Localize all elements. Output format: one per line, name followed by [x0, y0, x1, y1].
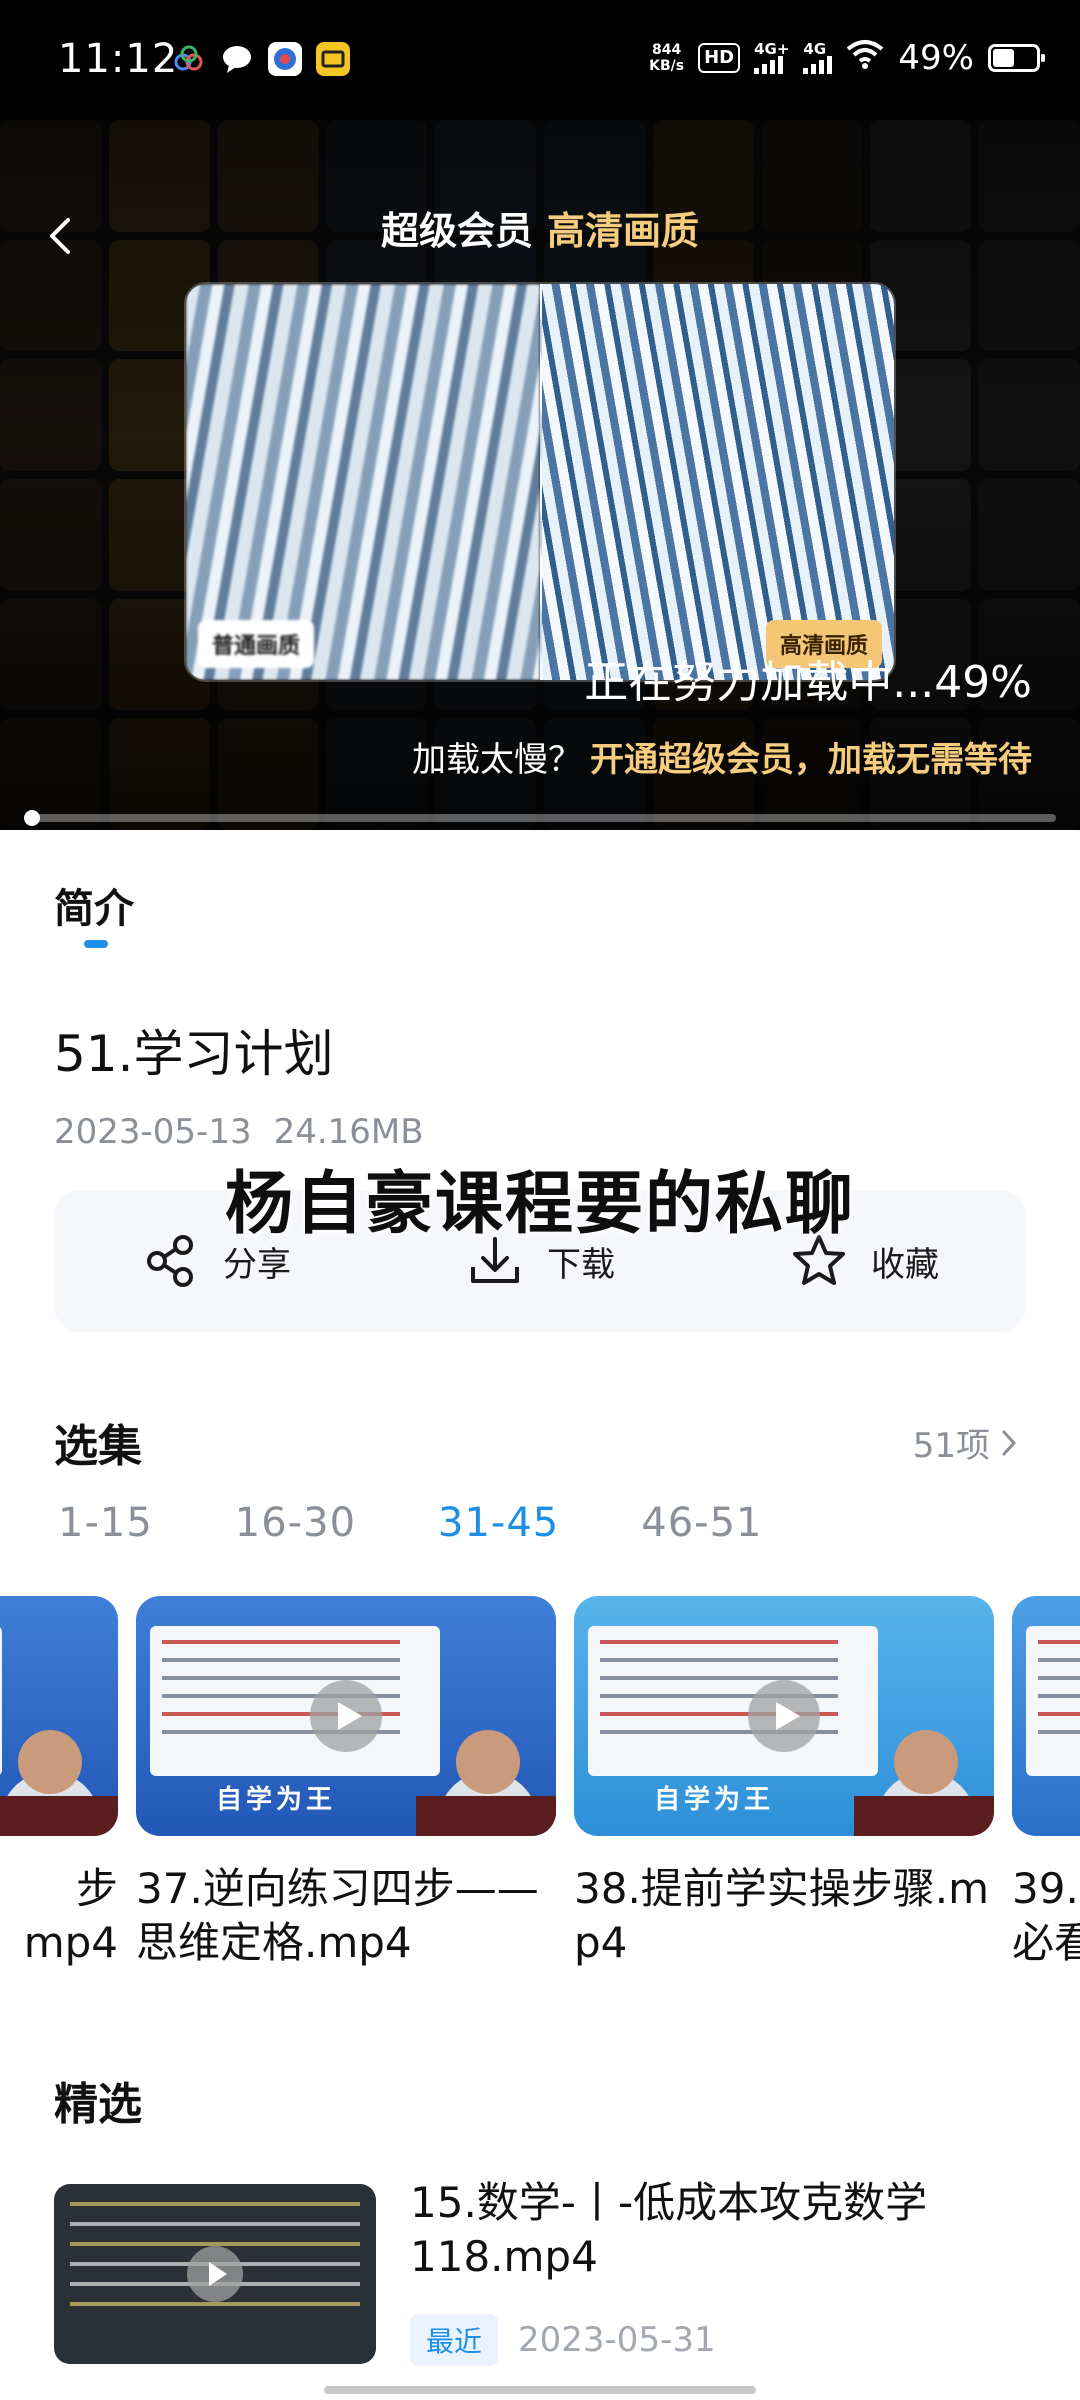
hd-voice-icon: HD [698, 43, 741, 73]
episode-range-tabs: 1-15 16-30 31-45 46-51 [58, 1500, 762, 1546]
app-badge-icon [268, 42, 302, 76]
episode-card[interactable]: 39. 必看 [1012, 1596, 1080, 1970]
battery-icon [988, 44, 1045, 72]
episode-thumbnail[interactable]: 自学为王 [574, 1596, 994, 1836]
episode-card[interactable]: 自学为王 38.提前学实操步骤.mp4 [574, 1596, 994, 1970]
recent-badge: 最近 [410, 2314, 499, 2366]
home-indicator[interactable] [324, 2386, 756, 2394]
status-bar: 11:12 844 KB/s HD 4G+ 4G 49% [0, 0, 1080, 120]
episodes-title: 选集 [54, 1421, 142, 1472]
range-tab-3[interactable]: 31-45 [438, 1500, 559, 1546]
featured-thumbnail[interactable] [54, 2184, 376, 2364]
yellow-app-icon [316, 42, 350, 76]
video-date: 2023-05-13 [54, 1112, 252, 1152]
sim1-signal-icon: 4G+ [754, 42, 789, 74]
wifi-icon [846, 38, 884, 78]
battery-percent: 49% [898, 38, 974, 78]
system-indicators: 844 KB/s HD 4G+ 4G 49% [649, 38, 1045, 78]
episode-name: 39. 必看 [1012, 1864, 1080, 1967]
notification-icons [172, 42, 350, 76]
clock: 11:12 [58, 36, 179, 82]
range-tab-4[interactable]: 46-51 [641, 1500, 762, 1546]
play-icon[interactable] [310, 1680, 382, 1752]
featured-title: 精选 [54, 2079, 142, 2130]
quality-comparison-image: 普通画质 高清画质 [184, 282, 896, 682]
episode-card[interactable]: 步 mp4 [0, 1596, 118, 1970]
range-tab-1[interactable]: 1-15 [58, 1500, 153, 1546]
range-tab-2[interactable]: 16-30 [235, 1500, 356, 1546]
cloud-app-icon [172, 42, 206, 76]
episode-card[interactable]: 自学为王 37.逆向练习四步——思维定格.mp4 [136, 1596, 556, 1970]
episode-name: 38.提前学实操步骤.mp4 [574, 1864, 990, 1967]
message-bubble-icon [220, 42, 254, 76]
episode-name: 步 mp4 [23, 1864, 118, 1967]
watermark-overlay: 杨自豪课程要的私聊 [224, 1165, 855, 1244]
vip-promo-title: 超级会员 高清画质 [380, 209, 700, 253]
vip-upsell-link[interactable]: 开通超级会员，加载无需等待 [590, 740, 1032, 780]
tab-active-indicator [84, 940, 108, 948]
chevron-right-icon [1002, 1430, 1017, 1455]
sim2-signal-icon: 4G [803, 42, 833, 74]
loading-status: 正在努力加载中...49% [584, 657, 1032, 708]
video-player[interactable]: 超级会员 高清画质 普通画质 高清画质 正在努力加载中...49% 加载太慢？ 开通… [0, 120, 1080, 830]
play-icon[interactable] [748, 1680, 820, 1752]
progress-handle[interactable] [24, 810, 40, 826]
featured-item-meta: 最近 2023-05-31 [410, 2314, 716, 2366]
episode-thumbnail[interactable] [0, 1596, 118, 1836]
episodes-count-link[interactable]: 51项 [913, 1418, 1022, 1467]
featured-date: 2023-05-31 [518, 2320, 716, 2360]
video-size: 24.16MB [273, 1112, 424, 1152]
normal-quality-preview: 普通画质 [186, 284, 540, 680]
hd-quality-preview: 高清画质 [540, 284, 894, 680]
battery-fill [993, 49, 1014, 67]
featured-item-title[interactable]: 15.数学-丨-低成本攻克数学118.mp4 [410, 2176, 1020, 2284]
network-speed: 844 KB/s [649, 42, 685, 74]
tab-intro[interactable]: 简介 [54, 876, 134, 934]
video-title: 51.学习计划 [54, 1025, 334, 1083]
episode-thumbnail[interactable] [1012, 1596, 1080, 1836]
episode-carousel[interactable]: 步 mp4 自学为王 37.逆向练习四步——思维定格.mp4 自学为王 38.提… [0, 1596, 1080, 1976]
vip-upsell[interactable]: 加载太慢？ 开通超级会员，加载无需等待 [412, 732, 1032, 781]
play-icon[interactable] [187, 2246, 243, 2302]
episode-thumbnail[interactable]: 自学为王 [136, 1596, 556, 1836]
playback-progress-bar[interactable] [24, 810, 1056, 826]
video-meta: 2023-05-13 24.16MB [54, 1112, 424, 1152]
episode-name: 37.逆向练习四步——思维定格.mp4 [136, 1864, 539, 1967]
normal-quality-tag: 普通画质 [198, 620, 315, 668]
